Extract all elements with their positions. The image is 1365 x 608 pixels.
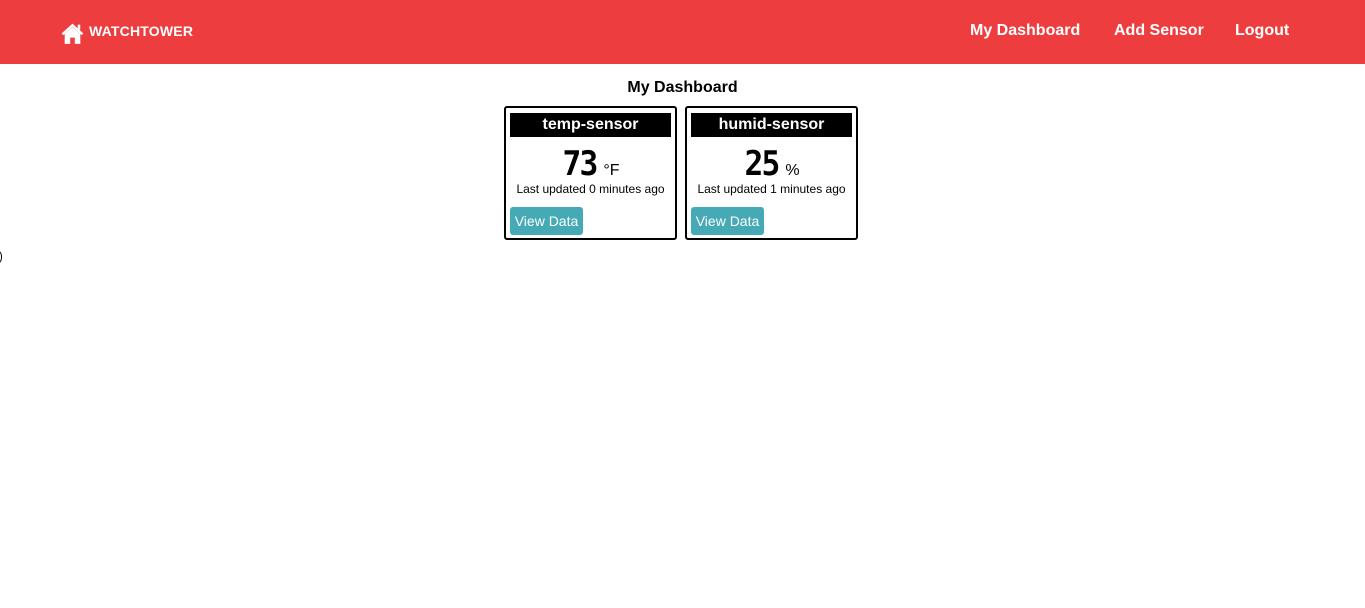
nav-logout[interactable]: Logout: [1235, 22, 1289, 40]
nav-add-sensor[interactable]: Add Sensor: [1114, 22, 1204, 40]
sensor-value: 25: [744, 144, 781, 184]
top-navbar: WATCHTOWER My Dashboard Add Sensor Logou…: [0, 0, 1365, 64]
nav-my-dashboard[interactable]: My Dashboard: [970, 22, 1080, 40]
sensor-card-humid: humid-sensor 25 % Last updated 1 minutes…: [685, 106, 858, 240]
last-updated-text: Last updated 0 minutes ago: [516, 182, 665, 196]
sensor-card-temp: temp-sensor 73 °F Last updated 0 minutes…: [504, 106, 677, 240]
edge-glyph: [0, 251, 2, 263]
sensor-unit: °F: [603, 162, 620, 179]
sensor-reading: 73 °F: [506, 142, 675, 182]
sensor-name: temp-sensor: [510, 113, 671, 137]
view-data-button[interactable]: View Data: [691, 207, 764, 235]
sensor-value: 73: [562, 144, 599, 184]
nav-links: My Dashboard Add Sensor Logout: [0, 22, 1365, 44]
view-data-button[interactable]: View Data: [510, 207, 583, 235]
sensor-name: humid-sensor: [691, 113, 852, 137]
sensor-reading: 25 %: [687, 142, 856, 182]
last-updated-text: Last updated 1 minutes ago: [697, 182, 846, 196]
page-title: My Dashboard: [627, 79, 738, 96]
sensor-unit: %: [785, 162, 800, 179]
